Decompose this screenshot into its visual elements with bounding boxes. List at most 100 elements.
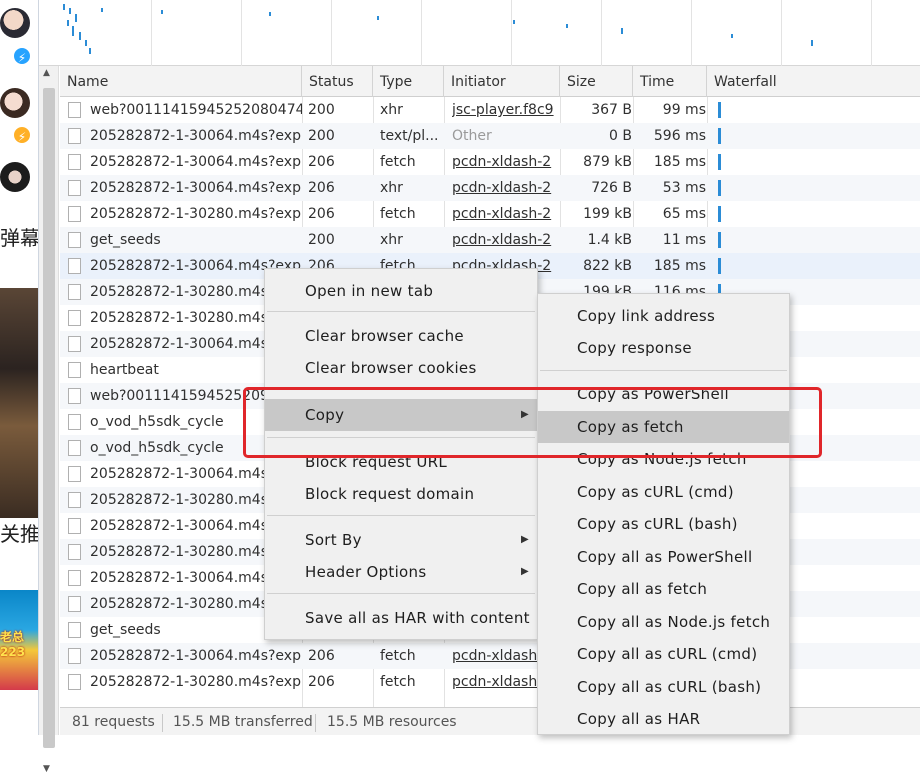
cell-time: 11 ms — [662, 232, 706, 248]
video-thumbnail[interactable] — [0, 288, 38, 518]
cell-size: 726 B — [591, 180, 632, 196]
column-header-size[interactable]: Size — [560, 66, 633, 97]
table-row[interactable]: 205282872-1-30064.m4s?exp 206 fetch pcdn-xl… — [60, 149, 920, 175]
submenu-item-copy-response[interactable]: Copy response — [538, 332, 789, 364]
timeline-gridline — [781, 0, 782, 66]
file-icon — [68, 102, 81, 118]
menu-item-label: Header Options — [305, 563, 427, 581]
cell-type: text/pl... — [380, 128, 439, 144]
menu-item-label: Open in new tab — [305, 282, 434, 300]
cell-name: 205282872-1-30064.m4s?exp — [90, 180, 301, 196]
file-icon — [68, 284, 81, 300]
cell-size: 1.4 kB — [587, 232, 632, 248]
timeline-gridline — [691, 0, 692, 66]
cell-name: 205282872-1-30064.m4s?exp — [90, 648, 301, 664]
cell-time: 185 ms — [653, 154, 706, 170]
submenu-item-copy-all-as-node-js-fetch[interactable]: Copy all as Node.js fetch — [538, 606, 789, 638]
cell-initiator[interactable]: pcdn-xldash-2 — [452, 227, 562, 253]
submenu-item-copy-link-address[interactable]: Copy link address — [538, 300, 789, 332]
waterfall-bar — [718, 206, 721, 222]
file-icon — [68, 154, 81, 170]
cell-time: 65 ms — [662, 206, 706, 222]
related-recommend-label: 关推荐 — [0, 522, 38, 546]
avatar[interactable] — [0, 8, 30, 38]
cell-time: 596 ms — [653, 128, 706, 144]
timeline-mark — [75, 14, 77, 22]
timeline-mark — [621, 28, 623, 34]
menu-separator — [267, 515, 535, 516]
lightning-icon: ⚡ — [12, 125, 32, 145]
timeline-mark — [85, 40, 87, 46]
submenu-item-copy-as-curl-cmd[interactable]: Copy as cURL (cmd) — [538, 476, 789, 508]
cell-initiator[interactable]: pcdn-xldash-2 — [452, 149, 562, 175]
cell-type: fetch — [380, 674, 416, 690]
timeline-gridline — [511, 0, 512, 66]
table-row[interactable]: 205282872-1-30280.m4s?exp 206 fetch pcdn-xl… — [60, 669, 920, 695]
submenu-item-copy-as-node-js-fetch[interactable]: Copy as Node.js fetch — [538, 443, 789, 475]
timeline-mark — [731, 34, 733, 38]
file-icon — [68, 232, 81, 248]
transferred-size: 15.5 MB transferred — [173, 714, 313, 730]
submenu-item-copy-as-curl-bash[interactable]: Copy as cURL (bash) — [538, 508, 789, 540]
avatar[interactable] — [0, 88, 30, 118]
waterfall-bar — [718, 102, 721, 118]
menu-item-header-options[interactable]: Header Options ▶ — [265, 556, 537, 588]
menu-item-block-domain[interactable]: Block request domain — [265, 478, 537, 510]
menu-item-clear-cookies[interactable]: Clear browser cookies — [265, 352, 537, 384]
file-icon — [68, 414, 81, 430]
column-header-status[interactable]: Status — [302, 66, 373, 97]
table-row[interactable]: 205282872-1-30064.m4s?exp 206 xhr pcdn-xlda… — [60, 175, 920, 201]
cell-name: 205282872-1-30280.m4s?exp — [90, 206, 301, 222]
menu-item-block-url[interactable]: Block request URL — [265, 446, 537, 478]
table-row[interactable]: get_seeds 200 xhr pcdn-xldash-2 1.4 kB 11 ms — [60, 227, 920, 253]
triangle-down-icon[interactable]: ▼ — [43, 764, 50, 774]
chevron-right-icon: ▶ — [521, 566, 529, 577]
table-header: Name Status Type Initiator Size Time Waterfall — [60, 66, 920, 97]
cell-status: 200 — [308, 128, 335, 144]
menu-item-copy[interactable]: Copy ▶ — [265, 399, 537, 431]
table-row[interactable]: web?00111415945252080474 200 xhr jsc-player… — [60, 97, 920, 123]
column-header-type[interactable]: Type — [373, 66, 444, 97]
submenu-item-copy-all-as-powershell[interactable]: Copy all as PowerShell — [538, 541, 789, 573]
timeline-mark — [161, 10, 163, 14]
cell-type: fetch — [380, 206, 416, 222]
cell-status: 206 — [308, 674, 335, 690]
cell-initiator[interactable]: jsc-player.f8c9 — [452, 97, 562, 123]
file-icon — [68, 622, 81, 638]
triangle-up-icon[interactable]: ▲ — [43, 68, 50, 78]
network-overview-timeline[interactable] — [39, 0, 920, 66]
menu-item-clear-cache[interactable]: Clear browser cache — [265, 320, 537, 352]
submenu-item-copy-as-powershell[interactable]: Copy as PowerShell — [538, 378, 789, 410]
submenu-item-copy-all-as-curl-bash[interactable]: Copy all as cURL (bash) — [538, 671, 789, 703]
avatar[interactable] — [0, 162, 30, 192]
cell-initiator: Other — [452, 128, 492, 144]
submenu-item-copy-all-as-har[interactable]: Copy all as HAR — [538, 703, 789, 735]
cell-type: xhr — [380, 180, 403, 196]
table-row[interactable]: 205282872-1-30064.m4s?exp 206 fetch pcdn-xl… — [60, 643, 920, 669]
column-header-waterfall[interactable]: Waterfall — [707, 66, 920, 97]
cell-initiator[interactable]: pcdn-xldash-2 — [452, 201, 562, 227]
cell-initiator[interactable]: pcdn-xldash-2 — [452, 175, 562, 201]
cell-status: 200 — [308, 102, 335, 118]
menu-item-sort-by[interactable]: Sort By ▶ — [265, 524, 537, 556]
menu-item-save-har[interactable]: Save all as HAR with content — [265, 602, 537, 634]
menu-separator — [540, 370, 787, 371]
waterfall-bar — [718, 180, 721, 196]
vertical-scrollbar[interactable]: ▲ ▼ — [39, 66, 59, 774]
scrollbar-thumb[interactable] — [43, 88, 55, 748]
menu-item-label: Sort By — [305, 531, 362, 549]
context-menu: Open in new tab Clear browser cache Clea… — [264, 268, 538, 640]
column-header-name[interactable]: Name — [60, 66, 302, 97]
cell-status: 206 — [308, 180, 335, 196]
submenu-item-copy-all-as-fetch[interactable]: Copy all as fetch — [538, 573, 789, 605]
column-header-initiator[interactable]: Initiator — [444, 66, 560, 97]
table-row[interactable]: 205282872-1-30280.m4s?exp 206 fetch pcdn-xl… — [60, 201, 920, 227]
menu-item-open-new-tab[interactable]: Open in new tab — [265, 275, 537, 307]
timeline-mark — [269, 12, 271, 16]
cell-name: 205282872-1-30064.m4s?exp — [90, 154, 301, 170]
column-header-time[interactable]: Time — [633, 66, 707, 97]
submenu-item-copy-all-as-curl-cmd[interactable]: Copy all as cURL (cmd) — [538, 638, 789, 670]
table-row[interactable]: 205282872-1-30064.m4s?exp 200 text/pl... Ot… — [60, 123, 920, 149]
timeline-mark — [89, 48, 91, 54]
submenu-item-copy-as-fetch[interactable]: Copy as fetch — [538, 411, 789, 443]
